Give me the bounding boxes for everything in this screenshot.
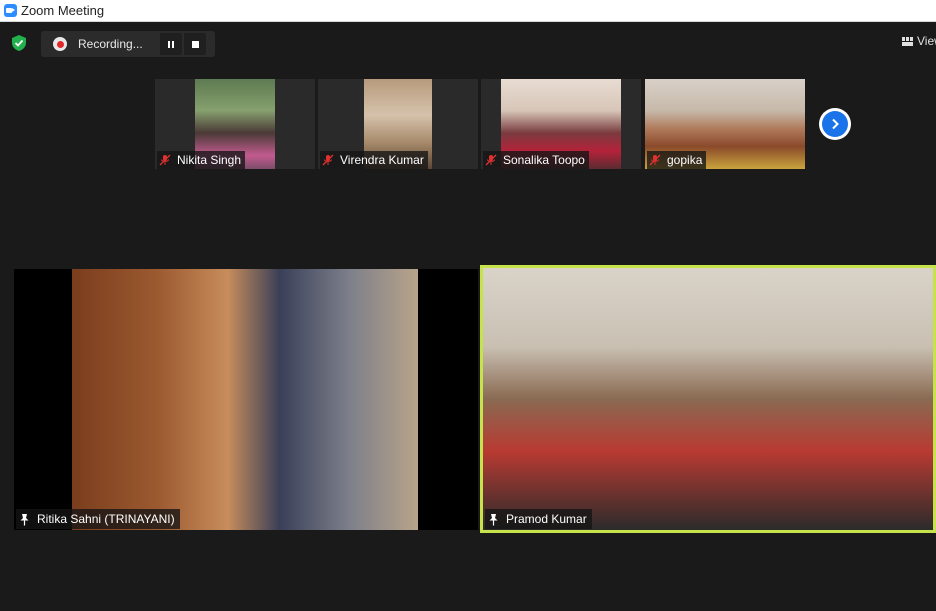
window-titlebar: Zoom Meeting — [0, 0, 936, 22]
mic-muted-icon — [159, 154, 171, 166]
mic-muted-icon — [649, 154, 661, 166]
video-tile[interactable]: Ritika Sahni (TRINAYANI) — [14, 269, 478, 530]
participant-name-label: Sonalika Toopo — [483, 151, 589, 169]
participant-thumbnail[interactable]: gopika — [645, 79, 805, 169]
grid-view-icon — [902, 36, 913, 46]
participant-name: Ritika Sahni (TRINAYANI) — [37, 512, 175, 526]
pause-icon — [168, 40, 174, 48]
view-button[interactable]: View — [902, 33, 936, 49]
participant-thumbnail[interactable]: Nikita Singh — [155, 79, 315, 169]
window-title: Zoom Meeting — [21, 3, 105, 18]
pause-recording-button[interactable] — [160, 33, 182, 55]
participant-thumbnail[interactable]: Sonalika Toopo — [481, 79, 641, 169]
participant-video — [72, 269, 418, 530]
participant-video — [483, 268, 933, 530]
pin-icon — [20, 513, 29, 525]
zoom-app-icon — [4, 4, 17, 17]
participant-name: Virendra Kumar — [340, 153, 424, 167]
participant-name: gopika — [667, 153, 703, 167]
participant-name: Sonalika Toopo — [503, 153, 585, 167]
video-tile-active-speaker[interactable]: Pramod Kumar — [480, 265, 936, 533]
chevron-right-icon — [822, 111, 848, 137]
shield-check-icon[interactable] — [9, 33, 29, 53]
participant-name-label: Pramod Kumar — [485, 509, 592, 529]
participant-name-label: Ritika Sahni (TRINAYANI) — [16, 509, 180, 529]
participant-name: Nikita Singh — [177, 153, 242, 167]
participant-name-label: Virendra Kumar — [320, 151, 428, 169]
view-label: View — [917, 34, 936, 48]
participant-name-label: Nikita Singh — [157, 151, 246, 169]
participant-name: Pramod Kumar — [506, 512, 587, 526]
recording-indicator: Recording... — [41, 31, 215, 57]
recording-label: Recording... — [78, 37, 143, 51]
mic-muted-icon — [485, 154, 497, 166]
record-icon — [53, 37, 67, 51]
stop-icon — [191, 40, 199, 48]
mic-muted-icon — [322, 154, 334, 166]
next-page-button[interactable] — [819, 108, 851, 140]
pin-icon — [489, 513, 498, 525]
participant-name-label: gopika — [647, 151, 707, 169]
participant-thumbnail[interactable]: Virendra Kumar — [318, 79, 478, 169]
stop-recording-button[interactable] — [184, 33, 206, 55]
